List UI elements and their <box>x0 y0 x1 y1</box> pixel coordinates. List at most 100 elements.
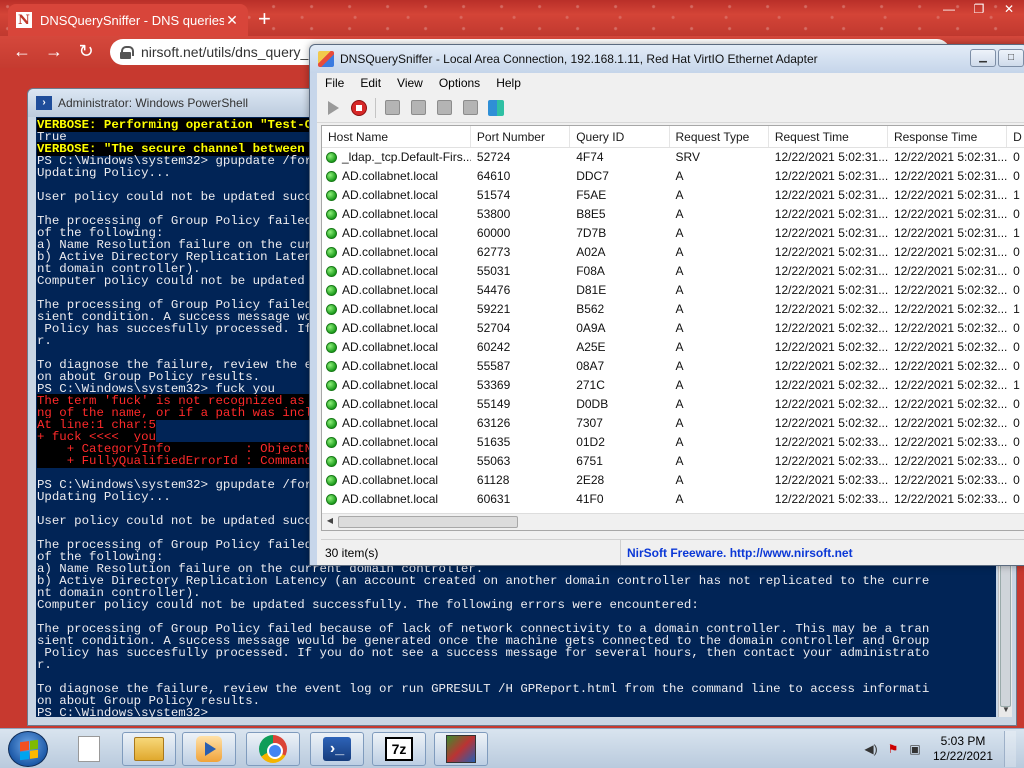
status-dot-icon <box>326 209 337 220</box>
console-line-text: r. <box>37 658 52 672</box>
table-row[interactable]: AD.collabnet.local 59221 B562 A 12/22/2021 5… <box>322 300 1024 319</box>
horizontal-scroll-thumb[interactable] <box>338 516 518 528</box>
menu-edit[interactable]: Edit <box>352 73 389 93</box>
table-row[interactable]: AD.collabnet.local 60242 A25E A 12/22/2021 5… <box>322 338 1024 357</box>
table-row[interactable]: AD.collabnet.local 51635 01D2 A 12/22/2021 5… <box>322 433 1024 452</box>
network-icon[interactable]: ▣ <box>908 742 922 756</box>
cell-port-number: 63126 <box>476 416 511 430</box>
table-row[interactable]: AD.collabnet.local 53800 B8E5 A 12/22/2021 5… <box>322 205 1024 224</box>
cell-host-name: AD.collabnet.local <box>322 224 471 243</box>
back-button[interactable]: ← <box>10 41 34 62</box>
status-dot-icon <box>326 152 337 163</box>
status-dot-icon <box>326 437 337 448</box>
table-row[interactable]: AD.collabnet.local 55587 08A7 A 12/22/2021 5… <box>322 357 1024 376</box>
column-port-number[interactable]: Port Number <box>471 126 571 147</box>
exit-button[interactable] <box>486 98 506 118</box>
properties-button[interactable] <box>460 98 480 118</box>
report-icon <box>436 100 452 115</box>
column-response-time[interactable]: Response Time <box>888 126 1008 147</box>
taskbar-7zip[interactable]: 7z <box>372 732 426 766</box>
table-row[interactable]: AD.collabnet.local 54476 D81E A 12/22/2021 5… <box>322 281 1024 300</box>
taskbar-explorer[interactable] <box>122 732 176 766</box>
dns-query-list[interactable]: Host Name Port Number Query ID Request T… <box>321 125 1024 531</box>
browser-close-button[interactable]: ✕ <box>994 0 1024 18</box>
cell-query-id: 7307 <box>576 416 603 430</box>
taskbar-chrome[interactable] <box>246 732 300 766</box>
table-row[interactable]: AD.collabnet.local 51574 F5AE A 12/22/2021 5… <box>322 186 1024 205</box>
cell-text: AD.collabnet.local <box>342 302 439 316</box>
save-button[interactable] <box>382 98 402 118</box>
taskbar-file[interactable] <box>62 732 116 766</box>
dns-minimize-button[interactable]: ▁ <box>970 49 996 67</box>
table-row[interactable]: AD.collabnet.local 63126 7307 A 12/22/2021 5… <box>322 414 1024 433</box>
column-request-time[interactable]: Request Time <box>769 126 888 147</box>
table-row[interactable]: AD.collabnet.local 62773 A02A A 12/22/2021 5… <box>322 243 1024 262</box>
cell-response-time: 12/22/2021 5:02:33... <box>893 435 1008 449</box>
table-row[interactable]: AD.collabnet.local 60631 41F0 A 12/22/2021 5… <box>322 490 1024 509</box>
browser-tab[interactable]: N DNSQuerySniffer - DNS queries ✕ <box>8 4 248 36</box>
dnsquerysniffer-titlebar[interactable]: DNSQuerySniffer - Local Area Connection,… <box>310 45 1024 73</box>
table-row[interactable]: AD.collabnet.local 55149 D0DB A 12/22/2021 5… <box>322 395 1024 414</box>
copy-button[interactable] <box>408 98 428 118</box>
taskbar-media-player[interactable] <box>182 732 236 766</box>
cell-request-time: 12/22/2021 5:02:31... <box>774 188 888 202</box>
cell-request-time: 12/22/2021 5:02:33... <box>774 454 888 468</box>
horizontal-scrollbar[interactable]: ◀ <box>322 513 1024 530</box>
forward-button[interactable]: → <box>42 41 66 62</box>
nirsoft-link[interactable]: NirSoft Freeware. http://www.nirsoft.net <box>621 546 853 560</box>
taskbar-dnsquerysniffer[interactable] <box>434 732 488 766</box>
menu-view[interactable]: View <box>389 73 431 93</box>
cell-port-number: 60631 <box>476 492 511 506</box>
cell-d: 0 <box>1013 454 1020 468</box>
scroll-down-icon[interactable]: ▼ <box>999 703 1013 717</box>
table-row[interactable]: AD.collabnet.local 60000 7D7B A 12/22/2021 5… <box>322 224 1024 243</box>
menu-options[interactable]: Options <box>431 73 488 93</box>
new-tab-button[interactable]: + <box>258 6 271 32</box>
powershell-scroll-thumb[interactable] <box>1000 547 1011 707</box>
clock[interactable]: 5:03 PM 12/22/2021 <box>930 734 996 764</box>
cell-text: AD.collabnet.local <box>342 492 439 506</box>
7zip-icon: 7z <box>385 737 413 761</box>
cell-request-time: 12/22/2021 5:02:31... <box>774 264 888 278</box>
taskbar-powershell[interactable]: ›_ <box>310 732 364 766</box>
browser-tab-title: DNSQuerySniffer - DNS queries <box>40 12 224 28</box>
cell-response-time: 12/22/2021 5:02:32... <box>893 397 1008 411</box>
column-query-id[interactable]: Query ID <box>570 126 670 147</box>
column-d[interactable]: D <box>1007 126 1024 147</box>
cell-d: 0 <box>1013 283 1020 297</box>
column-host-name[interactable]: Host Name <box>322 126 471 147</box>
cell-request-time: 12/22/2021 5:02:31... <box>774 169 888 183</box>
reload-button[interactable]: ↻ <box>74 41 98 62</box>
table-row[interactable]: AD.collabnet.local 64610 DDC7 A 12/22/2021 5… <box>322 167 1024 186</box>
scroll-left-icon[interactable]: ◀ <box>323 516 337 525</box>
table-row[interactable]: AD.collabnet.local 53369 271C A 12/22/2021 5… <box>322 376 1024 395</box>
cell-host-name: AD.collabnet.local <box>322 186 471 205</box>
browser-maximize-button[interactable]: ❐ <box>964 0 994 18</box>
table-row[interactable]: AD.collabnet.local 61128 2E28 A 12/22/2021 5… <box>322 471 1024 490</box>
cell-text: AD.collabnet.local <box>342 416 439 430</box>
start-capture-button[interactable] <box>323 98 343 118</box>
cell-host-name: AD.collabnet.local <box>322 376 471 395</box>
table-row[interactable]: AD.collabnet.local 55063 6751 A 12/22/2021 5… <box>322 452 1024 471</box>
address-bar-url: nirsoft.net/utils/dns_query_ <box>141 44 309 60</box>
column-request-type[interactable]: Request Type <box>670 126 769 147</box>
browser-minimize-button[interactable]: — <box>934 0 964 18</box>
action-center-icon[interactable]: ⚑ <box>886 742 900 756</box>
cell-text: AD.collabnet.local <box>342 169 439 183</box>
html-report-button[interactable] <box>434 98 454 118</box>
menu-file[interactable]: File <box>317 73 352 93</box>
start-button[interactable] <box>8 731 48 767</box>
volume-icon[interactable]: ◀) <box>864 742 878 756</box>
dns-maximize-button[interactable]: □ <box>998 49 1024 67</box>
cell-port-number: 62773 <box>476 245 511 259</box>
copy-icon <box>410 100 426 115</box>
table-row[interactable]: _ldap._tcp.Default-Firs... 52724 4F74 SRV 12… <box>322 148 1024 167</box>
show-desktop-button[interactable] <box>1004 731 1016 767</box>
menu-help[interactable]: Help <box>488 73 529 93</box>
tab-close-icon[interactable]: ✕ <box>224 12 240 29</box>
cell-host-name: AD.collabnet.local <box>322 433 471 452</box>
stop-capture-button[interactable] <box>349 98 369 118</box>
cell-port-number: 61128 <box>476 473 510 487</box>
table-row[interactable]: AD.collabnet.local 52704 0A9A A 12/22/2021 5… <box>322 319 1024 338</box>
table-row[interactable]: AD.collabnet.local 55031 F08A A 12/22/2021 5… <box>322 262 1024 281</box>
